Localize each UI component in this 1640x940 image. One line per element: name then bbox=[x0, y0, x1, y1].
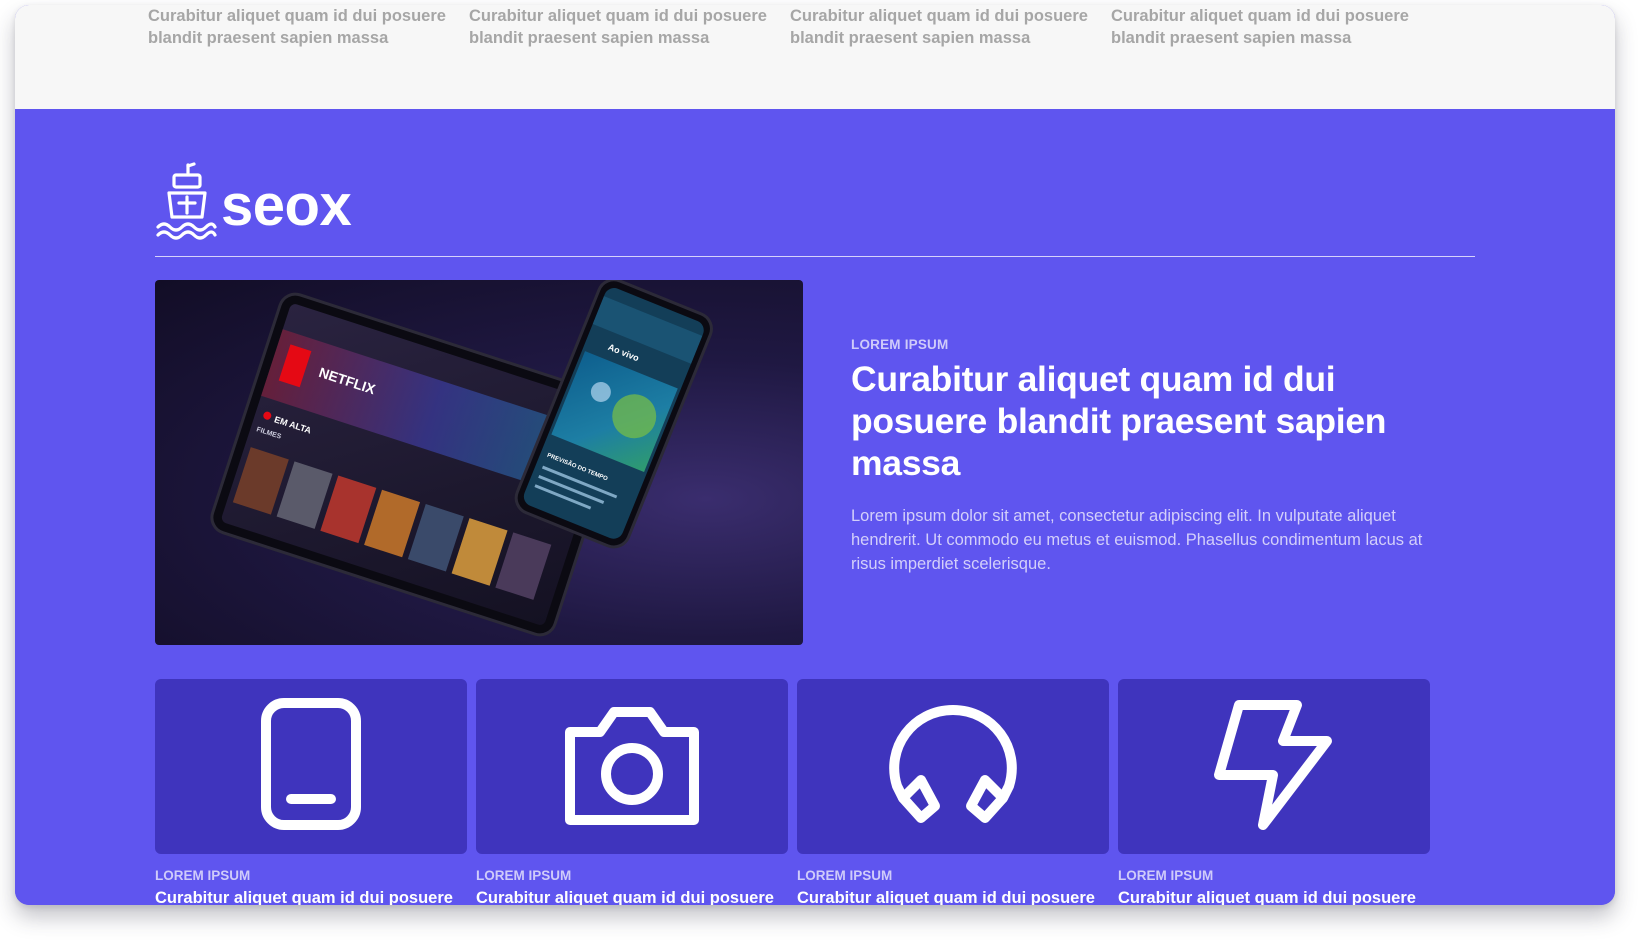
strip-text[interactable]: Curabitur aliquet quam id dui posuere bl… bbox=[790, 5, 1106, 49]
card-title[interactable]: Curabitur aliquet quam id dui posuere bbox=[155, 889, 485, 905]
card-eyebrow: LOREM IPSUM bbox=[1118, 868, 1214, 883]
card-meta: LOREM IPSUM Curabitur aliquet quam id du… bbox=[155, 868, 485, 905]
divider bbox=[155, 256, 1475, 257]
strip-text[interactable]: Curabitur aliquet quam id dui posuere bl… bbox=[469, 5, 785, 49]
card-meta: LOREM IPSUM Curabitur aliquet quam id du… bbox=[1118, 868, 1448, 905]
device-mockup-image: NETFLIX EM ALTA FILMES Ao vivo PREVISÃO … bbox=[210, 280, 713, 637]
hero-copy: LOREM IPSUM Curabitur aliquet quam id du… bbox=[851, 337, 1451, 576]
brand-logo[interactable]: seox bbox=[155, 161, 352, 241]
hero-headline[interactable]: Curabitur aliquet quam id dui posuere bl… bbox=[851, 358, 1451, 484]
card-title[interactable]: Curabitur aliquet quam id dui posuere bbox=[476, 889, 806, 905]
card-eyebrow: LOREM IPSUM bbox=[797, 868, 893, 883]
page-frame: Curabitur aliquet quam id dui posuere bl… bbox=[15, 5, 1615, 905]
lightning-icon bbox=[1214, 699, 1332, 830]
hero-image[interactable]: NETFLIX EM ALTA FILMES Ao vivo PREVISÃO … bbox=[155, 280, 803, 645]
hero-eyebrow: LOREM IPSUM bbox=[851, 337, 949, 352]
card-meta: LOREM IPSUM Curabitur aliquet quam id du… bbox=[797, 868, 1127, 905]
card-eyebrow: LOREM IPSUM bbox=[155, 868, 251, 883]
card-title[interactable]: Curabitur aliquet quam id dui posuere bbox=[797, 889, 1127, 905]
top-strip: Curabitur aliquet quam id dui posuere bl… bbox=[15, 5, 1615, 109]
card-eyebrow: LOREM IPSUM bbox=[476, 868, 572, 883]
strip-text[interactable]: Curabitur aliquet quam id dui posuere bl… bbox=[1111, 5, 1427, 49]
smartphone-icon bbox=[261, 697, 361, 830]
feature-section: seox NETFLIX EM ALTA FILMES Ao vivo PREV… bbox=[15, 109, 1615, 905]
card-lightning[interactable] bbox=[1118, 679, 1430, 854]
ship-icon bbox=[156, 162, 217, 240]
card-title[interactable]: Curabitur aliquet quam id dui posuere bbox=[1118, 889, 1448, 905]
hero-description: Lorem ipsum dolor sit amet, consectetur … bbox=[851, 507, 1423, 573]
camera-icon bbox=[565, 706, 699, 825]
headphones-icon bbox=[889, 704, 1017, 823]
brand-name: seox bbox=[221, 173, 352, 238]
card-meta: LOREM IPSUM Curabitur aliquet quam id du… bbox=[476, 868, 806, 905]
card-headphones[interactable] bbox=[797, 679, 1109, 854]
card-camera[interactable] bbox=[476, 679, 788, 854]
strip-text[interactable]: Curabitur aliquet quam id dui posuere bl… bbox=[148, 5, 464, 49]
card-smartphone[interactable] bbox=[155, 679, 467, 854]
